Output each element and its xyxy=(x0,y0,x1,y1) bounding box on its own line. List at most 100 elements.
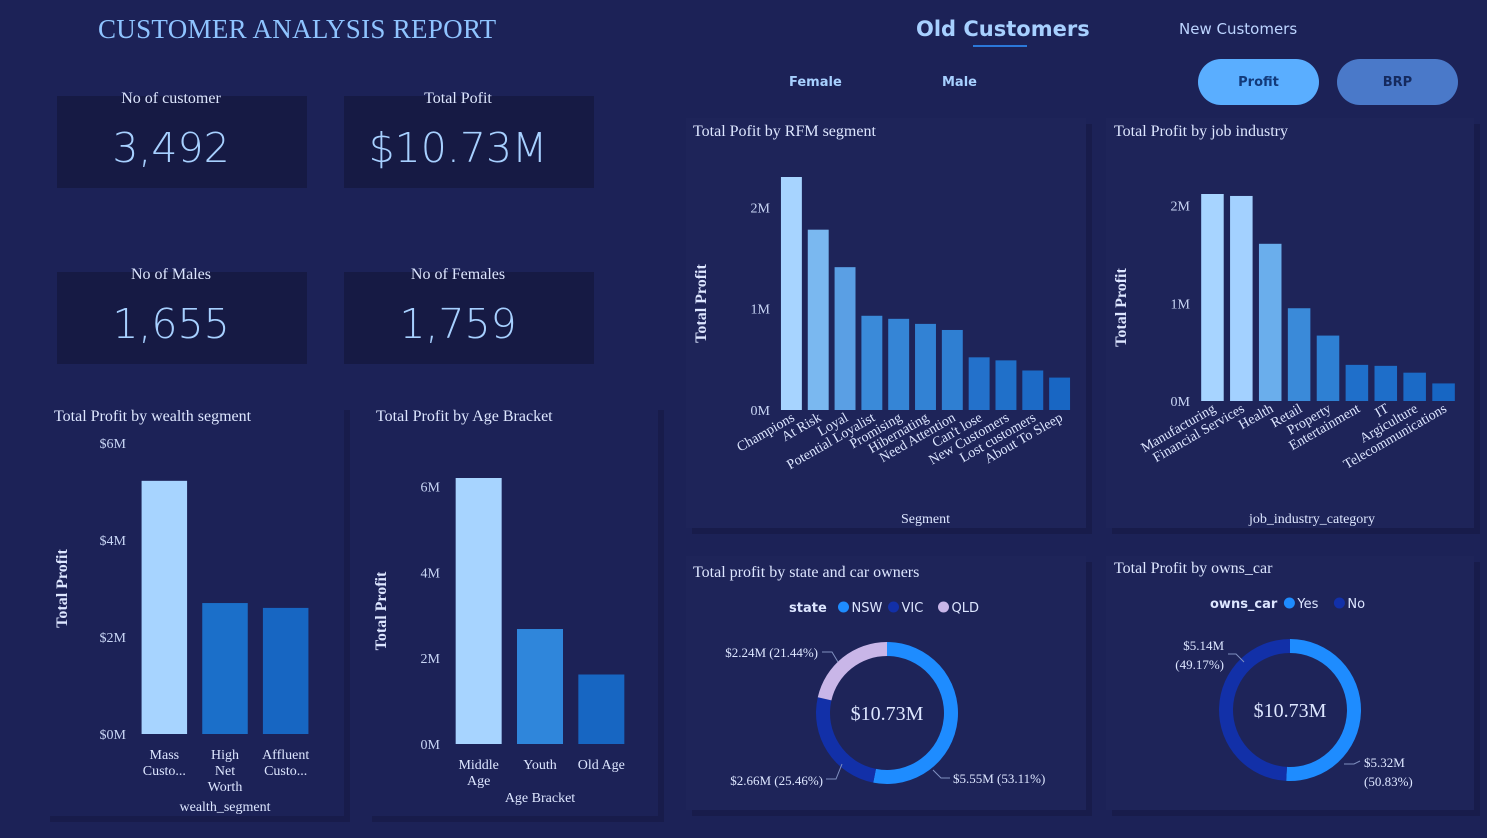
legend-marker xyxy=(838,601,849,613)
x-tick-label: Net xyxy=(215,764,235,779)
x-tick-label: Worth xyxy=(208,780,243,795)
car-chart-title: Total Profit by owns_car xyxy=(1114,560,1273,577)
kpi-value: 3,492 xyxy=(112,124,230,172)
bar xyxy=(888,318,910,410)
bar xyxy=(1403,372,1426,401)
data-label: $2.24M (21.44%) xyxy=(725,645,818,660)
donut-center-label: $10.73M xyxy=(1254,700,1327,722)
x-tick-label: Youth xyxy=(523,758,557,773)
legend-marker xyxy=(888,601,899,613)
donut-center-label: $10.73M xyxy=(851,703,924,725)
bar xyxy=(578,674,625,744)
y-axis-title: Total Profit xyxy=(54,549,71,628)
bar xyxy=(1258,243,1282,401)
rfm-segment-bar-chart: 0M1M2MChampionsAt RiskLoyalPotential Loy… xyxy=(693,177,1071,527)
y-tick-label: $4M xyxy=(100,534,127,549)
y-tick-label: 2M xyxy=(1171,200,1191,215)
data-label: $2.66M (25.46%) xyxy=(730,773,823,788)
kpi-card-profit: Total Pofit $10.73M xyxy=(338,90,594,188)
job-industry-bar-chart: 0M1M2MManufacturingFinancial ServicesHea… xyxy=(1113,194,1455,527)
bar xyxy=(202,603,248,734)
legend-item: Yes xyxy=(1296,597,1318,612)
industry-chart-title: Total Profit by job industry xyxy=(1114,123,1288,140)
bar xyxy=(1316,335,1340,401)
x-tick-label: Custo... xyxy=(143,764,186,779)
state-chart-title: Total profit by state and car owners xyxy=(693,564,920,581)
kpi-label: Total Pofit xyxy=(424,90,492,107)
data-label: (50.83%) xyxy=(1364,774,1413,789)
bar xyxy=(1345,364,1369,401)
legend-title: state xyxy=(789,601,827,616)
x-axis-title: wealth_segment xyxy=(180,800,271,815)
legend-marker xyxy=(1283,597,1295,609)
bar xyxy=(1287,308,1311,401)
x-tick-label: Mass xyxy=(150,748,180,763)
y-tick-label: 2M xyxy=(751,201,771,216)
bar xyxy=(834,267,856,410)
y-axis-title: Total Profit xyxy=(373,571,390,650)
kpi-card-females: No of Females 1,759 xyxy=(338,266,594,364)
y-tick-label: 1M xyxy=(751,303,771,318)
leader-line xyxy=(822,651,839,663)
age-bracket-bar-chart: 0M 2M 4M 6M MiddleAge Youth Old Age Age Bracket… xyxy=(373,478,625,806)
y-tick-label: 1M xyxy=(1171,297,1191,312)
legend-item: No xyxy=(1347,597,1365,612)
kpi-card-males: No of Males 1,655 xyxy=(51,266,307,364)
data-label: (49.17%) xyxy=(1175,657,1224,672)
y-axis-title: Total Profit xyxy=(1113,268,1130,347)
rfm-chart-title: Total Pofit by RFM segment xyxy=(693,123,876,140)
bar xyxy=(1022,370,1044,410)
kpi-label: No of Males xyxy=(131,266,211,283)
legend-item: NSW xyxy=(852,601,883,616)
kpi-value: $10.73M xyxy=(368,124,548,172)
x-axis-title: Age Bracket xyxy=(505,791,575,806)
tab-old-customers[interactable]: Old Customers xyxy=(916,17,1090,41)
bar xyxy=(807,229,829,410)
bar xyxy=(780,177,802,410)
leader-line xyxy=(1344,760,1361,765)
legend-marker xyxy=(1333,597,1345,609)
bar xyxy=(941,329,963,410)
x-axis-title: job_industry_category xyxy=(1248,512,1375,527)
donut-slice xyxy=(817,642,887,701)
y-tick-label: $0M xyxy=(100,728,127,743)
x-tick-label: Affluent xyxy=(262,748,309,763)
bar xyxy=(968,357,990,410)
bar xyxy=(141,480,188,734)
age-chart-title: Total Profit by Age Bracket xyxy=(376,408,553,425)
leader-line xyxy=(826,763,843,780)
owns-car-donut-chart: owns_car Yes No $10.73M $5.32M (50.83%) $5.14M… xyxy=(1175,597,1413,789)
leader-line xyxy=(932,769,950,779)
bar xyxy=(455,478,502,744)
tab-new-customers[interactable]: New Customers xyxy=(1179,20,1297,38)
bar xyxy=(1201,194,1224,401)
profit-button[interactable]: Profit xyxy=(1198,59,1319,105)
bar xyxy=(262,607,309,734)
y-tick-label: $6M xyxy=(100,437,127,452)
data-label: $5.14M xyxy=(1183,638,1224,653)
x-tick-label: Age xyxy=(467,774,490,789)
brp-button[interactable]: BRP xyxy=(1337,59,1458,105)
legend-item: VIC xyxy=(902,601,924,616)
report-title: CUSTOMER ANALYSIS REPORT xyxy=(98,14,497,44)
x-axis-title: Segment xyxy=(901,512,950,527)
data-label: $5.32M xyxy=(1364,755,1405,770)
kpi-card-customers: No of customer 3,492 xyxy=(51,90,307,188)
legend-item: QLD xyxy=(952,601,980,616)
bar xyxy=(1049,377,1071,410)
y-tick-label: 0M xyxy=(751,404,771,419)
filter-female[interactable]: Female xyxy=(789,75,842,90)
x-tick-label: Old Age xyxy=(578,758,625,773)
y-tick-label: 2M xyxy=(421,652,441,667)
filter-male[interactable]: Male xyxy=(942,75,977,90)
bar xyxy=(1374,365,1398,401)
wealth-segment-bar-chart: $0M $2M $4M $6M MassCusto... HighNetWorth Affl… xyxy=(54,437,309,815)
y-tick-label: $2M xyxy=(100,631,127,646)
wealth-chart-title: Total Profit by wealth segment xyxy=(54,408,252,425)
active-tab-indicator xyxy=(973,45,1027,47)
x-tick-label: High xyxy=(211,748,239,763)
y-tick-label: 0M xyxy=(421,738,441,753)
bar xyxy=(1230,195,1253,401)
y-axis-title: Total Profit xyxy=(693,264,710,343)
legend-title: owns_car xyxy=(1210,597,1278,612)
